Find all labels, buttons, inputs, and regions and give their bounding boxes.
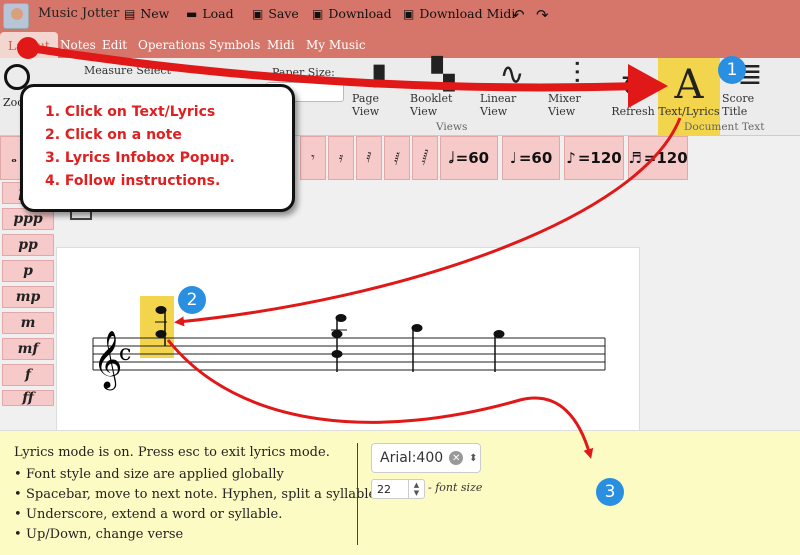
sixty-fourth-rest-button[interactable]: 𝅁: [384, 136, 410, 180]
midi-download-icon: ▣: [403, 6, 415, 21]
menu-symbols[interactable]: Symbols: [209, 38, 260, 52]
step-badge-1: 1: [718, 56, 746, 84]
download-icon: ▣: [312, 6, 324, 21]
sixteenth-note-icon: ♬: [628, 149, 642, 167]
instruction-callout: 1. Click on Text/Lyrics 2. Click on a no…: [20, 84, 295, 212]
menu-my-music[interactable]: My Music: [306, 38, 366, 52]
top-bar: Music Jotter ▤ New ▬ Load ▣ Save ▣ Downl…: [0, 0, 800, 32]
save-button[interactable]: ▣ Save: [252, 6, 299, 21]
sort-arrows-icon: ⬍: [469, 452, 478, 464]
dynamic-ff-button[interactable]: ff: [2, 390, 54, 406]
new-button[interactable]: ▤ New: [124, 6, 169, 21]
tempo-sixteenth-120-button[interactable]: ♬ =120: [628, 136, 688, 180]
sixteenth-rest-button[interactable]: 𝄿: [328, 136, 354, 180]
menu-edit[interactable]: Edit: [102, 38, 127, 52]
page-view-icon: ▮: [370, 57, 388, 92]
lyrics-instructions-list: Font style and size are applied globally…: [14, 465, 380, 545]
save-icon: ▣: [252, 6, 264, 21]
undo-icon[interactable]: ↶: [512, 6, 525, 24]
app-logo: [3, 3, 29, 29]
download-midi-button[interactable]: ▣ Download Midi: [403, 6, 515, 21]
menu-operations[interactable]: Operations: [138, 38, 205, 52]
clear-icon[interactable]: ✕: [449, 451, 464, 465]
sixty-fourth-rest-icon: 𝅁: [394, 150, 400, 166]
lyrics-instruction-item: Underscore, extend a word or syllable.: [14, 505, 380, 525]
views-group-label: Views: [436, 121, 468, 133]
page-view-button[interactable]: ▮ Page View: [352, 58, 406, 136]
text-a-icon: A: [674, 62, 704, 108]
menu-bar: Layout Notes Edit Operations Symbols Mid…: [0, 32, 800, 58]
instruction-step-1: 1. Click on Text/Lyrics: [45, 104, 216, 120]
refresh-icon: ↻: [620, 70, 646, 105]
tempo-half-60-button[interactable]: 𝅗𝅥 =60: [440, 136, 498, 180]
half-note-icon: 𝅗𝅥: [448, 149, 454, 167]
sixteenth-rest-icon: 𝄿: [338, 150, 344, 166]
dynamic-mf-button[interactable]: mf: [2, 338, 54, 360]
booklet-view-icon: ▚: [431, 57, 455, 92]
whole-note-icon: 𝅝: [11, 150, 17, 166]
short-rest-button[interactable]: 𝅂: [412, 136, 438, 180]
linear-view-button[interactable]: ∿ Linear View: [480, 58, 544, 136]
redo-icon[interactable]: ↷: [536, 6, 549, 24]
short-rest-icon: 𝅂: [421, 150, 429, 166]
selected-note-highlight: [140, 296, 174, 358]
dynamic-pp-button-2[interactable]: pp: [2, 234, 54, 256]
lyrics-instruction-item: Up/Down, change verse: [14, 525, 380, 545]
common-time-icon: c: [119, 341, 131, 366]
instruction-step-2: 2. Click on a note: [45, 127, 182, 143]
font-size-input[interactable]: 22 ▲ ▼: [371, 479, 425, 499]
lyrics-instruction-item: Font style and size are applied globally: [14, 465, 380, 485]
linear-view-icon: ∿: [499, 57, 525, 92]
new-file-icon: ▤: [124, 6, 136, 21]
load-button[interactable]: ▬ Load: [186, 6, 234, 21]
staff-svg: 𝄞 c: [92, 296, 606, 391]
menu-midi[interactable]: Midi: [267, 38, 295, 52]
lyrics-mode-message: Lyrics mode is on. Press esc to exit lyr…: [14, 445, 330, 460]
dynamic-m-button[interactable]: m: [2, 312, 54, 334]
dynamics-column: pp ppp pp p mp m mf f ff: [0, 180, 56, 430]
tempo-eighth-120-button[interactable]: ♪ =120: [564, 136, 624, 180]
refresh-button[interactable]: ↻ Refresh: [610, 58, 656, 136]
dynamic-mp-button[interactable]: mp: [2, 286, 54, 308]
document-text-group-label: Document Text: [684, 121, 765, 133]
tempo-quarter-60-button[interactable]: ♩ =60: [502, 136, 560, 180]
measure-select-button[interactable]: Measure Select: [84, 64, 171, 77]
lyrics-instruction-item: Spacebar, move to next note. Hyphen, spl…: [14, 485, 380, 505]
step-badge-2: 2: [178, 286, 206, 314]
infobox-divider: [357, 443, 358, 545]
instruction-step-4: 4. Follow instructions.: [45, 173, 221, 189]
menu-notes[interactable]: Notes: [60, 38, 96, 52]
eighth-rest-icon: 𝄾: [311, 150, 315, 166]
font-size-spinner[interactable]: ▲ ▼: [408, 480, 424, 498]
dynamic-f-button[interactable]: f: [2, 364, 54, 386]
download-button[interactable]: ▣ Download: [312, 6, 392, 21]
thirty-second-rest-button[interactable]: 𝅀: [356, 136, 382, 180]
font-size-label: - font size: [428, 481, 483, 494]
app-title: Music Jotter: [38, 6, 120, 21]
quarter-note-icon: ♩: [509, 149, 517, 167]
dynamic-p-button[interactable]: p: [2, 260, 54, 282]
menu-layout[interactable]: Layout: [0, 32, 58, 58]
eighth-rest-button[interactable]: 𝄾: [300, 136, 326, 180]
folder-icon: ▬: [186, 6, 198, 21]
font-family-select[interactable]: Arial:400 ✕ ⬍: [371, 443, 481, 473]
thirty-second-rest-icon: 𝅀: [366, 150, 372, 166]
paper-size-label: Paper Size:: [272, 66, 335, 79]
mixer-view-button[interactable]: ⫶ Mixer View: [548, 58, 606, 136]
eighth-note-icon: ♪: [566, 149, 576, 167]
score-page[interactable]: 𝄞 c: [56, 247, 640, 432]
mixer-icon: ⫶: [573, 57, 581, 92]
step-badge-3: 3: [596, 478, 624, 506]
instruction-step-3: 3. Lyrics Infobox Popup.: [45, 150, 235, 166]
